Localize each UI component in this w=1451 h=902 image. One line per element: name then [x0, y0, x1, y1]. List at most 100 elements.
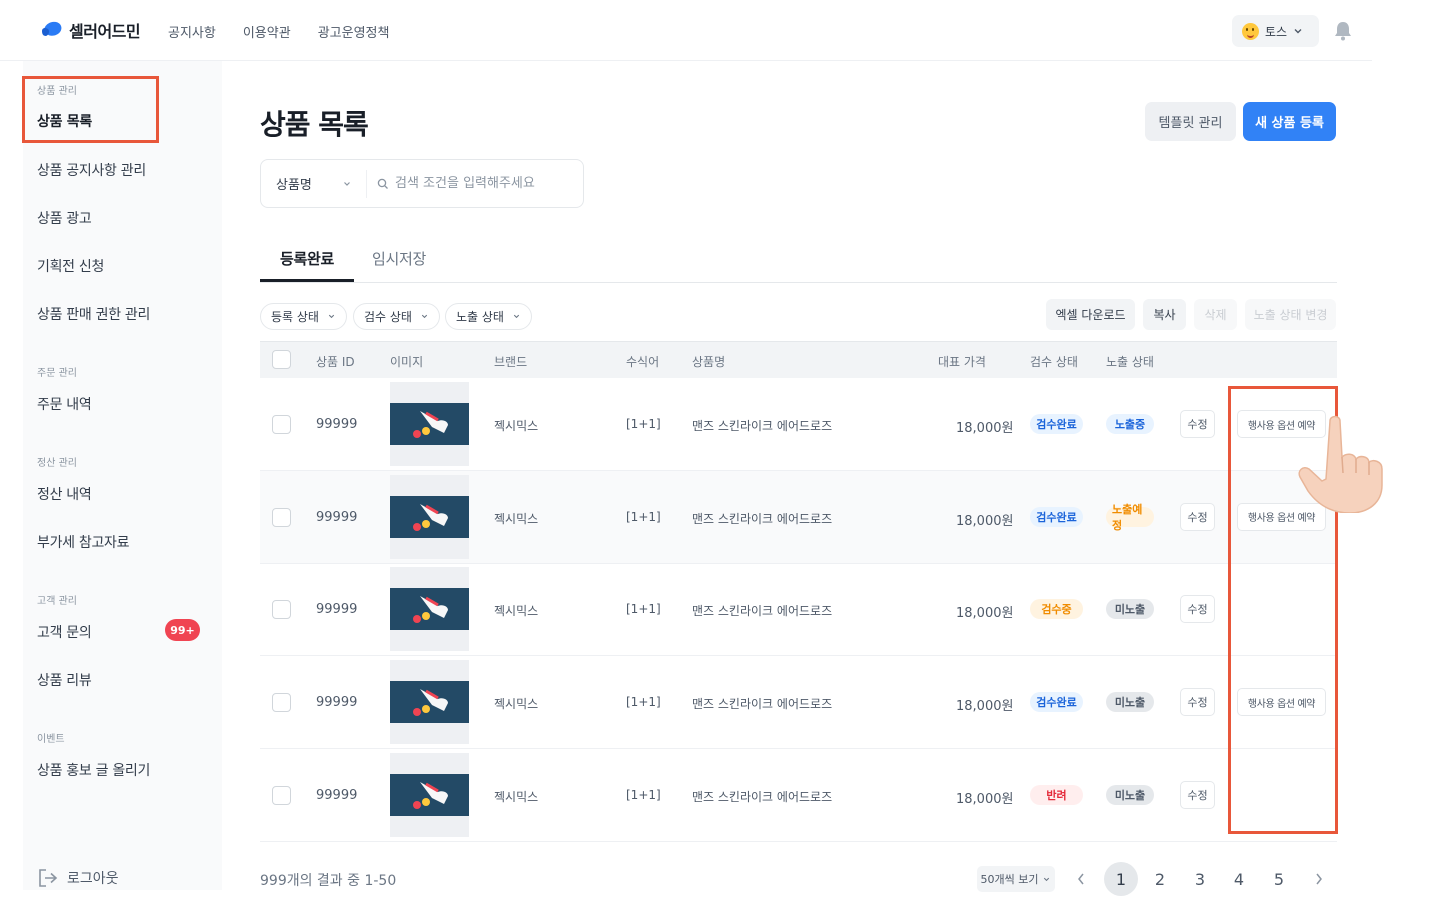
- sidebar-item-customer-inquiry[interactable]: 고객 문의: [37, 622, 92, 642]
- modifier: [1+1]: [626, 787, 661, 802]
- top-nav: 공지사항 이용약관 광고운영정책: [168, 22, 389, 41]
- product-name[interactable]: 맨즈 스킨라이크 에어드로즈: [692, 417, 832, 434]
- search-field-select[interactable]: 상품명: [261, 169, 367, 198]
- product-name[interactable]: 맨즈 스킨라이크 에어드로즈: [692, 602, 832, 619]
- product-thumbnail: [390, 773, 469, 816]
- filter-review-status[interactable]: 검수 상태: [353, 303, 440, 330]
- filter-registration-status[interactable]: 등록 상태: [260, 303, 347, 330]
- page-1-button[interactable]: 1: [1104, 862, 1138, 896]
- product-thumbnail: [390, 403, 469, 445]
- edit-button[interactable]: 수정: [1180, 502, 1215, 531]
- price: 18,000원: [956, 421, 1014, 436]
- prev-page-button[interactable]: [1072, 862, 1090, 896]
- edit-button[interactable]: 수정: [1180, 780, 1215, 809]
- top-bar: 셀러어드민 공지사항 이용약관 광고운영정책 토스: [0, 0, 1372, 61]
- sidebar-item-promo-post[interactable]: 상품 홍보 글 올리기: [37, 760, 150, 780]
- change-exposure-button[interactable]: 노출 상태 변경: [1245, 299, 1336, 330]
- review-status-badge: 검수중: [1030, 599, 1083, 620]
- copy-button[interactable]: 복사: [1143, 299, 1186, 330]
- bell-icon[interactable]: [1334, 21, 1352, 41]
- user-menu-button[interactable]: 토스: [1232, 15, 1319, 47]
- table-row[interactable]: 99999 젝시믹스 [1+1] 맨즈 스킨라이크 에어드로즈 18,000원 …: [260, 749, 1337, 842]
- sidebar-item-order-history[interactable]: 주문 내역: [37, 394, 92, 414]
- chevron-down-icon: [421, 314, 428, 319]
- sidebar-item-exhibition[interactable]: 기획전 신청: [37, 256, 104, 276]
- review-status-badge: 반려: [1030, 784, 1083, 805]
- logo[interactable]: 셀러어드민: [40, 18, 141, 42]
- nav-terms[interactable]: 이용약관: [243, 22, 291, 41]
- sidebar-item-sales-permission[interactable]: 상품 판매 권한 관리: [37, 304, 150, 324]
- filter-exposure-status[interactable]: 노출 상태: [445, 303, 532, 330]
- modifier: [1+1]: [626, 602, 661, 617]
- product-image[interactable]: [390, 567, 469, 652]
- sidebar-item-settlement-history[interactable]: 정산 내역: [37, 484, 92, 504]
- pointing-hand-icon: [1298, 415, 1383, 513]
- per-page-select[interactable]: 50개씩 보기: [977, 866, 1055, 892]
- inquiry-count-badge: 99+: [165, 619, 200, 641]
- col-product-id: 상품 ID: [316, 355, 355, 369]
- row-checkbox[interactable]: [272, 600, 291, 620]
- product-image[interactable]: [390, 382, 469, 466]
- new-product-button[interactable]: 새 상품 등록: [1243, 102, 1336, 141]
- product-id: 99999: [316, 509, 358, 525]
- logout-label: 로그아웃: [67, 871, 119, 887]
- price: 18,000원: [956, 791, 1014, 807]
- brand: 젝시믹스: [494, 511, 539, 526]
- sidebar-group-order: 주문 관리: [37, 368, 77, 379]
- excel-download-button[interactable]: 엑셀 다운로드: [1046, 299, 1135, 330]
- edit-button[interactable]: 수정: [1180, 595, 1215, 624]
- table-row[interactable]: 99999 젝시믹스 [1+1] 맨즈 스킨라이크 에어드로즈 18,000원 …: [260, 470, 1337, 564]
- price: 18,000원: [956, 699, 1014, 715]
- col-review-status: 검수 상태: [1030, 355, 1078, 369]
- sidebar: 상품 관리 상품 목록 상품 공지사항 관리 상품 광고 기획전 신청 상품 판…: [23, 61, 222, 890]
- col-brand: 브랜드: [494, 355, 528, 369]
- nav-ad-policy[interactable]: 광고운영정책: [318, 22, 390, 41]
- row-checkbox[interactable]: [272, 507, 291, 527]
- search-field-label: 상품명: [276, 178, 312, 193]
- product-name[interactable]: 맨즈 스킨라이크 에어드로즈: [692, 788, 832, 805]
- sidebar-group-customer: 고객 관리: [37, 596, 77, 607]
- tab-registered[interactable]: 등록완료: [260, 248, 354, 282]
- sidebar-item-vat-reference[interactable]: 부가세 참고자료: [37, 532, 130, 552]
- row-checkbox[interactable]: [272, 785, 291, 805]
- col-modifier: 수식어: [626, 355, 660, 369]
- template-manage-button[interactable]: 템플릿 관리: [1145, 102, 1236, 141]
- review-status-badge: 검수완료: [1030, 414, 1083, 434]
- delete-button[interactable]: 삭제: [1194, 299, 1237, 330]
- chevron-left-icon: [1078, 873, 1084, 885]
- table-header: 상품 ID 이미지 브랜드 수식어 상품명 대표 가격 검수 상태 노출 상태: [260, 341, 1337, 378]
- page-3-button[interactable]: 3: [1190, 862, 1210, 896]
- exposure-status-badge: 미노출: [1106, 599, 1154, 620]
- page-5-button[interactable]: 5: [1269, 862, 1289, 896]
- product-name[interactable]: 맨즈 스킨라이크 에어드로즈: [692, 510, 832, 527]
- product-id: 99999: [316, 787, 358, 803]
- nav-notice[interactable]: 공지사항: [168, 22, 216, 41]
- page-4-button[interactable]: 4: [1229, 862, 1249, 896]
- sidebar-item-product-notice[interactable]: 상품 공지사항 관리: [37, 160, 146, 180]
- product-thumbnail: [390, 588, 469, 631]
- table-row[interactable]: 99999 젝시믹스 [1+1] 맨즈 스킨라이크 에어드로즈 18,000원 …: [260, 563, 1337, 657]
- product-image[interactable]: [390, 752, 469, 837]
- chevron-down-icon: [1044, 877, 1050, 881]
- table-row[interactable]: 99999 젝시믹스 [1+1] 맨즈 스킨라이크 에어드로즈 18,000원 …: [260, 656, 1337, 750]
- brand: 젝시믹스: [494, 604, 539, 619]
- next-page-button[interactable]: [1310, 862, 1328, 896]
- product-name[interactable]: 맨즈 스킨라이크 에어드로즈: [692, 695, 832, 712]
- sidebar-item-product-ad[interactable]: 상품 광고: [37, 208, 92, 228]
- tab-bar: 등록완료 임시저장: [260, 240, 1337, 283]
- page-2-button[interactable]: 2: [1150, 862, 1170, 896]
- result-count: 999개의 결과 중 1-50: [260, 873, 397, 889]
- edit-button[interactable]: 수정: [1180, 410, 1215, 438]
- row-checkbox[interactable]: [272, 693, 291, 713]
- logout-button[interactable]: 로그아웃: [37, 868, 119, 888]
- table-row[interactable]: 99999 젝시믹스 [1+1] 맨즈 스킨라이크 에어드로즈 18,000원 …: [260, 378, 1337, 471]
- tab-draft[interactable]: 임시저장: [372, 248, 426, 269]
- smiley-icon: [1242, 22, 1259, 40]
- select-all-checkbox[interactable]: [272, 350, 291, 369]
- product-image[interactable]: [390, 660, 469, 745]
- search-input[interactable]: [395, 176, 575, 191]
- edit-button[interactable]: 수정: [1180, 688, 1215, 717]
- row-checkbox[interactable]: [272, 415, 291, 434]
- product-image[interactable]: [390, 474, 469, 559]
- sidebar-item-product-review[interactable]: 상품 리뷰: [37, 670, 92, 690]
